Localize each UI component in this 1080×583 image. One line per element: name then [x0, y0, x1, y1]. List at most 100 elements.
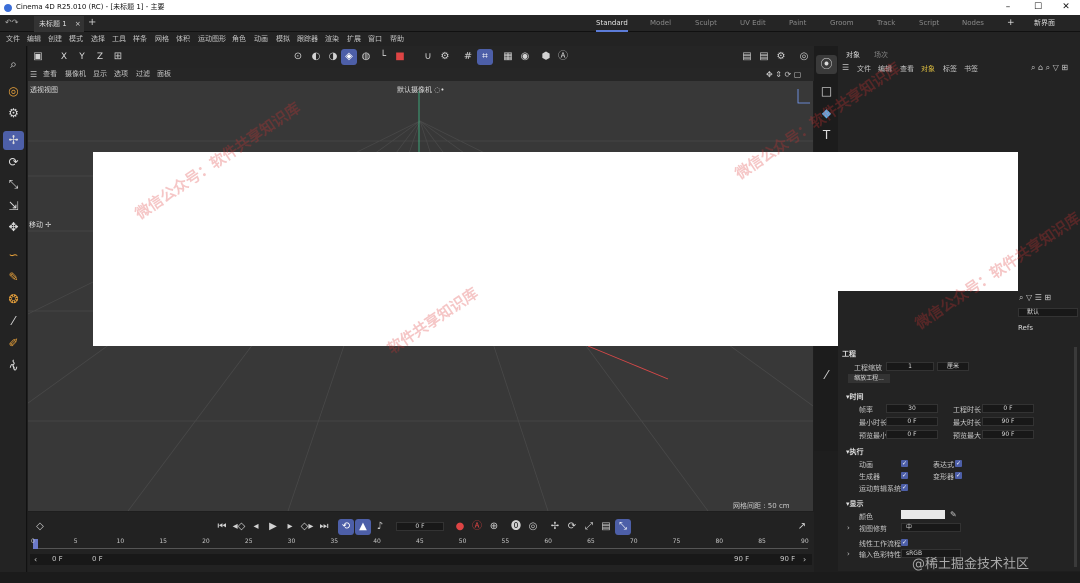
- current-frame-field[interactable]: 0 F: [396, 522, 444, 531]
- key-move-icon[interactable]: ✢: [547, 519, 563, 535]
- axis-mode-icon[interactable]: └: [375, 49, 391, 65]
- menu-mograph[interactable]: 运动图形: [198, 32, 226, 46]
- go-to-start-icon[interactable]: ⏮: [214, 519, 230, 535]
- maximize-button[interactable]: ☐: [1024, 0, 1052, 15]
- move-tool-icon[interactable]: ✢: [3, 131, 24, 150]
- workspace-standard[interactable]: Standard: [596, 15, 628, 32]
- workspace-paint[interactable]: Paint: [789, 15, 806, 32]
- obj-menu-object[interactable]: 对象: [921, 64, 935, 74]
- range-end2-field[interactable]: 90 F: [780, 555, 795, 563]
- expand-arrow-icon-2[interactable]: ›: [847, 550, 850, 558]
- key-all-icon[interactable]: ⤡: [615, 519, 631, 535]
- model-mode-icon[interactable]: ◈: [341, 49, 357, 65]
- key-pla-icon[interactable]: ▤: [598, 519, 614, 535]
- record-icon[interactable]: ●: [452, 519, 468, 535]
- range-right-arrow-icon[interactable]: ›: [803, 555, 806, 564]
- object-manager-icon[interactable]: ⦿: [816, 55, 837, 74]
- range-start-field[interactable]: 0 F: [52, 555, 63, 563]
- render-view-icon[interactable]: ▤: [739, 49, 755, 65]
- workspace-script[interactable]: Script: [919, 15, 939, 32]
- tab-takes[interactable]: 场次: [874, 50, 888, 60]
- menu-animate[interactable]: 动画: [254, 32, 268, 46]
- next-frame-icon[interactable]: ▸: [282, 519, 298, 535]
- menu-create[interactable]: 创建: [48, 32, 62, 46]
- project-scale-field[interactable]: 1: [886, 362, 934, 371]
- polygons-mode-icon[interactable]: ◑: [325, 49, 341, 65]
- play-button[interactable]: ▶: [265, 519, 281, 535]
- range-end-field[interactable]: 90 F: [734, 555, 749, 563]
- vp-menu-panel[interactable]: 面板: [157, 68, 171, 81]
- min-time-field[interactable]: 0 F: [886, 417, 938, 426]
- knife-tool-icon[interactable]: ⁄: [3, 312, 24, 331]
- edges-mode-icon[interactable]: ◐: [308, 49, 324, 65]
- next-key-icon[interactable]: ◇▸: [299, 519, 315, 535]
- vp-menu-options[interactable]: 选项: [114, 68, 128, 81]
- sculpt-icon[interactable]: ❂: [3, 290, 24, 309]
- keyframe-icon[interactable]: ◇: [32, 519, 48, 535]
- hamburger-icon[interactable]: ☰: [30, 68, 37, 81]
- obj-panel-tools-icon[interactable]: ⌕ ⌂ ⌕ ▽ ⊞: [1031, 63, 1068, 73]
- close-button[interactable]: ✕: [1052, 0, 1080, 15]
- range-bar[interactable]: ‹ 0 F 0 F 90 F 90 F ›: [30, 554, 812, 565]
- uv-mode-icon[interactable]: ◍: [358, 49, 374, 65]
- settings-icon[interactable]: ⚙: [3, 104, 24, 123]
- menu-tracker[interactable]: 跟踪器: [297, 32, 318, 46]
- workspace-sculpt[interactable]: Sculpt: [695, 15, 717, 32]
- scale-tool-icon[interactable]: ⤡: [3, 175, 24, 194]
- autokey-icon[interactable]: Ⓐ: [469, 519, 485, 535]
- menu-edit[interactable]: 编辑: [27, 32, 41, 46]
- max-time-field[interactable]: 90 F: [982, 417, 1034, 426]
- view-clip-select[interactable]: 中: [901, 523, 961, 532]
- menu-tools[interactable]: 工具: [112, 32, 126, 46]
- section-project[interactable]: 工程: [842, 349, 856, 359]
- minimize-button[interactable]: –: [994, 0, 1022, 15]
- mograph-checkbox[interactable]: ✓: [901, 484, 908, 491]
- new-tab-button[interactable]: +: [88, 17, 96, 28]
- soft-selection-icon[interactable]: ■: [392, 49, 408, 65]
- key-param-icon[interactable]: ◎: [525, 519, 541, 535]
- grid-snap-icon[interactable]: ⌗: [477, 49, 493, 65]
- render-picture-icon[interactable]: ▤: [756, 49, 772, 65]
- menu-spline[interactable]: 样条: [133, 32, 147, 46]
- workspace-nodes[interactable]: Nodes: [962, 15, 984, 32]
- redshift-icon[interactable]: ◎: [796, 49, 812, 65]
- menu-help[interactable]: 帮助: [390, 32, 404, 46]
- menu-select[interactable]: 选择: [91, 32, 105, 46]
- z-axis-lock[interactable]: Z: [92, 49, 108, 65]
- attr-scrollbar[interactable]: [1074, 347, 1077, 567]
- range-start2-field[interactable]: 0 F: [92, 555, 103, 563]
- menu-window[interactable]: 窗口: [368, 32, 382, 46]
- spline-pen-icon[interactable]: ∽: [3, 246, 24, 265]
- preview-min-field[interactable]: 0 F: [886, 430, 938, 439]
- expand-arrow-icon[interactable]: ›: [847, 524, 850, 532]
- scale-project-button[interactable]: 缩放工程...: [848, 374, 890, 383]
- rotate-tool-icon[interactable]: ⟳: [3, 153, 24, 172]
- menu-mesh[interactable]: 网格: [155, 32, 169, 46]
- render-settings-icon[interactable]: ⚙: [773, 49, 789, 65]
- project-unit-select[interactable]: 厘米: [937, 362, 969, 371]
- attr-tools-icon[interactable]: ⌕ ▽ ☰ ⊞: [1019, 293, 1051, 303]
- linear-workflow-checkbox[interactable]: ✓: [901, 539, 908, 546]
- menu-simulate[interactable]: 模拟: [276, 32, 290, 46]
- menu-file[interactable]: 文件: [6, 32, 20, 46]
- vp-menu-filter[interactable]: 过滤: [136, 68, 150, 81]
- y-axis-lock[interactable]: Y: [74, 49, 90, 65]
- workspace-add-button[interactable]: +: [1007, 15, 1015, 32]
- sound-icon[interactable]: ♪: [372, 519, 388, 535]
- snap-mode-icon[interactable]: ◎: [3, 82, 24, 101]
- fps-mode-icon[interactable]: ▲: [355, 519, 371, 535]
- fps-field[interactable]: 30: [886, 404, 938, 413]
- auto-icon[interactable]: Ⓐ: [555, 49, 571, 65]
- new-interface-button[interactable]: 新界面: [1034, 15, 1055, 32]
- workspace-track[interactable]: Track: [877, 15, 895, 32]
- camera-label[interactable]: 默认摄像机 ◌•: [397, 85, 444, 95]
- vp-menu-display[interactable]: 显示: [93, 68, 107, 81]
- animation-checkbox[interactable]: ✓: [901, 460, 908, 467]
- points-mode-icon[interactable]: ⊙: [290, 49, 306, 65]
- obj-menu-bookmarks[interactable]: 书签: [964, 64, 978, 74]
- workspace-groom[interactable]: Groom: [830, 15, 854, 32]
- workspace-uv-edit[interactable]: UV Edit: [740, 15, 766, 32]
- prev-frame-icon[interactable]: ◂: [248, 519, 264, 535]
- obj-menu-tags[interactable]: 标签: [943, 64, 957, 74]
- menu-mode[interactable]: 模式: [69, 32, 83, 46]
